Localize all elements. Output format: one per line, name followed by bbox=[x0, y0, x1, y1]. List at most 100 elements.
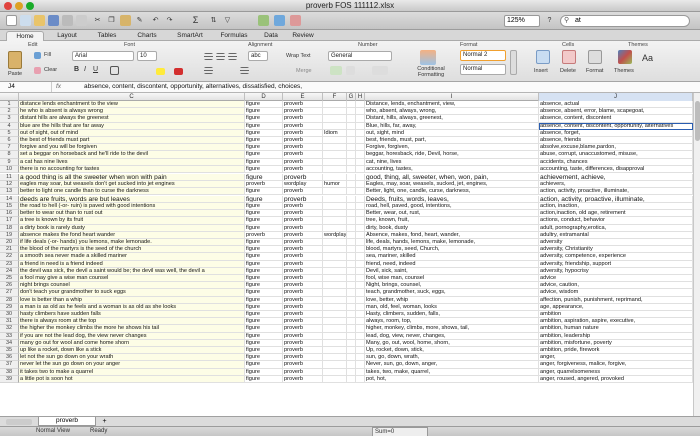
row-header[interactable]: 12 bbox=[0, 180, 19, 188]
cell-c[interactable]: a cat has nine lives bbox=[19, 158, 245, 166]
cell-c[interactable]: if life deals (-or- hands) you lemons, m… bbox=[19, 239, 245, 247]
cell-g[interactable] bbox=[347, 368, 356, 376]
decimal-icon[interactable] bbox=[372, 66, 388, 75]
cell-d[interactable]: figure bbox=[245, 267, 283, 275]
row-header[interactable]: 3 bbox=[0, 115, 19, 123]
cell-h[interactable] bbox=[356, 347, 365, 355]
cell-g[interactable] bbox=[347, 332, 356, 340]
cell-e[interactable]: proverb bbox=[283, 347, 323, 355]
cell-d[interactable]: figure bbox=[245, 368, 283, 376]
cell-f[interactable] bbox=[323, 203, 347, 211]
font-name-select[interactable]: Arial bbox=[72, 51, 134, 61]
cell-j[interactable]: action, inaction, bbox=[539, 203, 693, 211]
cell-g[interactable] bbox=[347, 129, 356, 137]
cell-g[interactable] bbox=[347, 137, 356, 145]
row-header[interactable]: 25 bbox=[0, 275, 19, 283]
cell-d[interactable]: figure bbox=[245, 129, 283, 137]
borders-icon[interactable] bbox=[110, 66, 119, 75]
cell-c[interactable]: forgive and you will be forgiven bbox=[19, 144, 245, 152]
cell-f[interactable] bbox=[323, 253, 347, 261]
cell-h[interactable] bbox=[356, 253, 365, 261]
cell-g[interactable] bbox=[347, 144, 356, 152]
cell-d[interactable]: figure bbox=[245, 158, 283, 166]
cell-f[interactable] bbox=[323, 151, 347, 159]
format-painter-icon[interactable]: ✎ bbox=[134, 15, 145, 26]
cell-g[interactable] bbox=[347, 325, 356, 333]
cell-f[interactable] bbox=[323, 275, 347, 283]
cell-h[interactable] bbox=[356, 361, 365, 369]
cell-e[interactable]: proverb bbox=[283, 129, 323, 137]
cell-e[interactable]: proverb bbox=[283, 311, 323, 319]
copy-icon[interactable]: ❐ bbox=[106, 15, 117, 26]
cell-g[interactable] bbox=[347, 108, 356, 116]
indent-icon[interactable] bbox=[240, 67, 249, 74]
cell-c[interactable]: there is no accounting for tastes bbox=[19, 165, 245, 173]
cell-h[interactable] bbox=[356, 122, 365, 130]
cell-i[interactable]: higher, monkey, climbs, more, shows, tai… bbox=[365, 325, 539, 333]
cell-e[interactable]: proverb bbox=[283, 158, 323, 166]
cell-h[interactable] bbox=[356, 332, 365, 340]
cell-c[interactable]: it takes two to make a quarrel bbox=[19, 368, 245, 376]
row-header[interactable]: 6 bbox=[0, 137, 19, 145]
row-header[interactable]: 29 bbox=[0, 303, 19, 311]
cell-f[interactable] bbox=[323, 332, 347, 340]
cell-e[interactable]: proverb bbox=[283, 188, 323, 196]
row-header[interactable]: 34 bbox=[0, 339, 19, 347]
cell-g[interactable] bbox=[347, 151, 356, 159]
cell-f[interactable] bbox=[323, 217, 347, 225]
cell-h[interactable] bbox=[356, 239, 365, 247]
cell-e[interactable]: proverb bbox=[283, 303, 323, 311]
cell-g[interactable] bbox=[347, 275, 356, 283]
cell-grid[interactable]: 1 distance lends enchantment to the view f… bbox=[0, 101, 700, 416]
sheet-tab-proverb[interactable]: proverb bbox=[38, 417, 96, 426]
open-icon[interactable] bbox=[34, 15, 45, 26]
row-header[interactable]: 26 bbox=[0, 282, 19, 290]
cell-g[interactable] bbox=[347, 282, 356, 290]
cell-e[interactable]: proverb bbox=[283, 224, 323, 232]
cell-d[interactable]: figure bbox=[245, 173, 283, 181]
cell-j[interactable]: achievement, achieve, bbox=[539, 173, 693, 181]
cell-d[interactable]: figure bbox=[245, 354, 283, 362]
cell-i[interactable]: Up, rocket, down, stick, bbox=[365, 347, 539, 355]
cell-d[interactable]: figure bbox=[245, 195, 283, 203]
cell-d[interactable]: figure bbox=[245, 188, 283, 196]
cell-e[interactable]: proverb bbox=[283, 210, 323, 218]
row-header[interactable]: 11 bbox=[0, 173, 19, 181]
row-header[interactable]: 31 bbox=[0, 318, 19, 326]
cell-d[interactable]: figure bbox=[245, 224, 283, 232]
cell-h[interactable] bbox=[356, 375, 365, 383]
formula-input[interactable]: absence, content, discontent, opportunit… bbox=[84, 82, 302, 92]
cell-d[interactable]: figure bbox=[245, 203, 283, 211]
column-header-j[interactable]: J bbox=[539, 93, 693, 101]
cell-j[interactable]: age, appearance, bbox=[539, 303, 693, 311]
new-icon[interactable] bbox=[6, 15, 17, 26]
clear-button[interactable]: Clear bbox=[44, 67, 57, 73]
bold-button[interactable]: B bbox=[74, 66, 79, 73]
cell-i[interactable]: out, sight, mind bbox=[365, 129, 539, 137]
cell-e[interactable]: proverb bbox=[283, 195, 323, 203]
cell-d[interactable]: figure bbox=[245, 253, 283, 261]
cell-g[interactable] bbox=[347, 195, 356, 203]
column-header-f[interactable]: F bbox=[323, 93, 347, 101]
cell-c[interactable]: let not the sun go down on your wrath bbox=[19, 354, 245, 362]
cell-j[interactable]: anger, roused, angered, provoked bbox=[539, 375, 693, 383]
cell-j[interactable]: adversity bbox=[539, 239, 693, 247]
align-justify-icon[interactable] bbox=[204, 67, 213, 74]
cell-i[interactable]: beggar, horesback, ride, Devil, horse, bbox=[365, 151, 539, 159]
cell-j[interactable]: absence, absent, error, blame, scapegoat… bbox=[539, 108, 693, 116]
paste-clipboard-icon[interactable] bbox=[8, 51, 22, 69]
format-cells-icon[interactable] bbox=[588, 50, 602, 64]
cell-i[interactable]: Blue, hills, far, away, bbox=[365, 122, 539, 130]
row-header[interactable]: 24 bbox=[0, 267, 19, 275]
cell-c[interactable]: better to light one candle than to curse… bbox=[19, 188, 245, 196]
save-icon[interactable] bbox=[48, 15, 59, 26]
cell-d[interactable]: figure bbox=[245, 311, 283, 319]
cell-i[interactable]: sun, go, down, wrath, bbox=[365, 354, 539, 362]
cell-j[interactable]: absence, content, discontent, opportunit… bbox=[539, 122, 693, 130]
cell-h[interactable] bbox=[356, 137, 365, 145]
cell-h[interactable] bbox=[356, 115, 365, 123]
cell-c[interactable]: the blood of the martyrs is the seed of … bbox=[19, 246, 245, 254]
cell-i[interactable]: Night, brings, counsel, bbox=[365, 282, 539, 290]
cell-i[interactable]: Devil, sick, saint, bbox=[365, 267, 539, 275]
cell-e[interactable]: proverb bbox=[283, 137, 323, 145]
